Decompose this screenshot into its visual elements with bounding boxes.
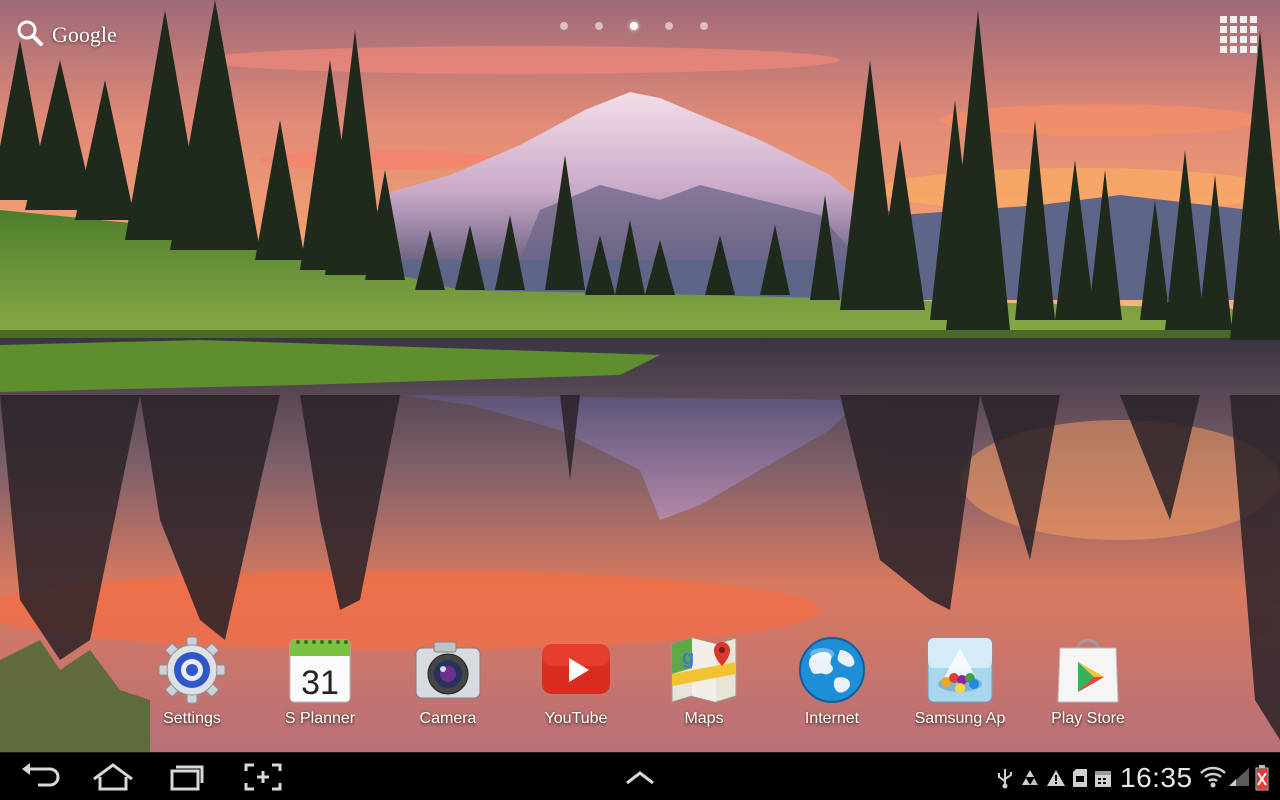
screen-capture-icon bbox=[244, 763, 282, 791]
globe-icon bbox=[799, 637, 865, 703]
play-store-icon bbox=[1057, 639, 1119, 703]
calendar-date: 31 bbox=[301, 664, 339, 702]
search-icon bbox=[16, 19, 44, 52]
app-samsung-apps[interactable]: Samsung Ap bbox=[902, 634, 1018, 734]
battery-icon bbox=[1255, 765, 1269, 791]
page-dot-2[interactable] bbox=[595, 22, 603, 30]
app-label: S Planner bbox=[284, 710, 356, 727]
apps-button[interactable] bbox=[1218, 14, 1262, 58]
app-label: Internet bbox=[804, 710, 860, 727]
page-dot-3-active[interactable] bbox=[630, 22, 638, 30]
screen-capture-button[interactable] bbox=[238, 757, 288, 797]
usb-icon bbox=[998, 769, 1012, 789]
page-indicator bbox=[560, 22, 708, 30]
page-dot-5[interactable] bbox=[700, 22, 708, 30]
status-clock[interactable]: 16:35 bbox=[1120, 762, 1193, 794]
recent-apps-button[interactable] bbox=[162, 757, 212, 797]
home-icon bbox=[93, 763, 133, 791]
calendar-notification-icon bbox=[1095, 771, 1111, 787]
back-icon bbox=[22, 763, 60, 787]
page-dot-4[interactable] bbox=[665, 22, 673, 30]
app-label: Camera bbox=[419, 710, 477, 727]
warning-icon bbox=[1047, 770, 1065, 786]
app-maps[interactable]: g Maps bbox=[646, 634, 762, 734]
app-label: Settings bbox=[163, 710, 221, 727]
youtube-icon bbox=[542, 644, 610, 694]
app-label: Play Store bbox=[1051, 710, 1125, 727]
wifi-icon bbox=[1200, 766, 1226, 788]
back-button[interactable] bbox=[14, 757, 64, 797]
app-youtube[interactable]: YouTube bbox=[518, 634, 634, 734]
system-bar: 16:35 bbox=[0, 752, 1280, 800]
recent-apps-icon bbox=[170, 765, 204, 791]
samsung-apps-icon bbox=[927, 637, 993, 703]
expand-button[interactable] bbox=[615, 757, 665, 797]
app-internet[interactable]: Internet bbox=[774, 634, 890, 734]
app-dock: Settings 31 S Planner Camera YouTube g M… bbox=[0, 634, 1280, 734]
settings-gear-icon bbox=[158, 636, 226, 704]
signal-icon bbox=[1229, 768, 1249, 786]
apps-grid-icon bbox=[1220, 16, 1257, 53]
camera-icon bbox=[415, 641, 481, 699]
recycle-icon bbox=[1022, 770, 1038, 785]
app-s-planner[interactable]: 31 S Planner bbox=[262, 634, 378, 734]
app-settings[interactable]: Settings bbox=[134, 634, 250, 734]
maps-icon: g bbox=[671, 637, 737, 703]
svg-text:g: g bbox=[682, 647, 694, 669]
app-camera[interactable]: Camera bbox=[390, 634, 506, 734]
chevron-up-icon bbox=[626, 771, 654, 785]
home-button[interactable] bbox=[88, 757, 138, 797]
app-label: Maps bbox=[684, 710, 724, 727]
google-search-bar[interactable]: Google bbox=[16, 18, 117, 52]
notification-icons[interactable] bbox=[996, 763, 1112, 793]
page-dot-1[interactable] bbox=[560, 22, 568, 30]
google-label: Google bbox=[52, 22, 117, 47]
calendar-icon: 31 bbox=[289, 639, 351, 703]
app-label: Samsung Ap bbox=[914, 710, 1006, 727]
app-label: YouTube bbox=[544, 710, 608, 727]
sd-card-icon bbox=[1073, 769, 1087, 787]
app-play-store[interactable]: Play Store bbox=[1030, 634, 1146, 734]
